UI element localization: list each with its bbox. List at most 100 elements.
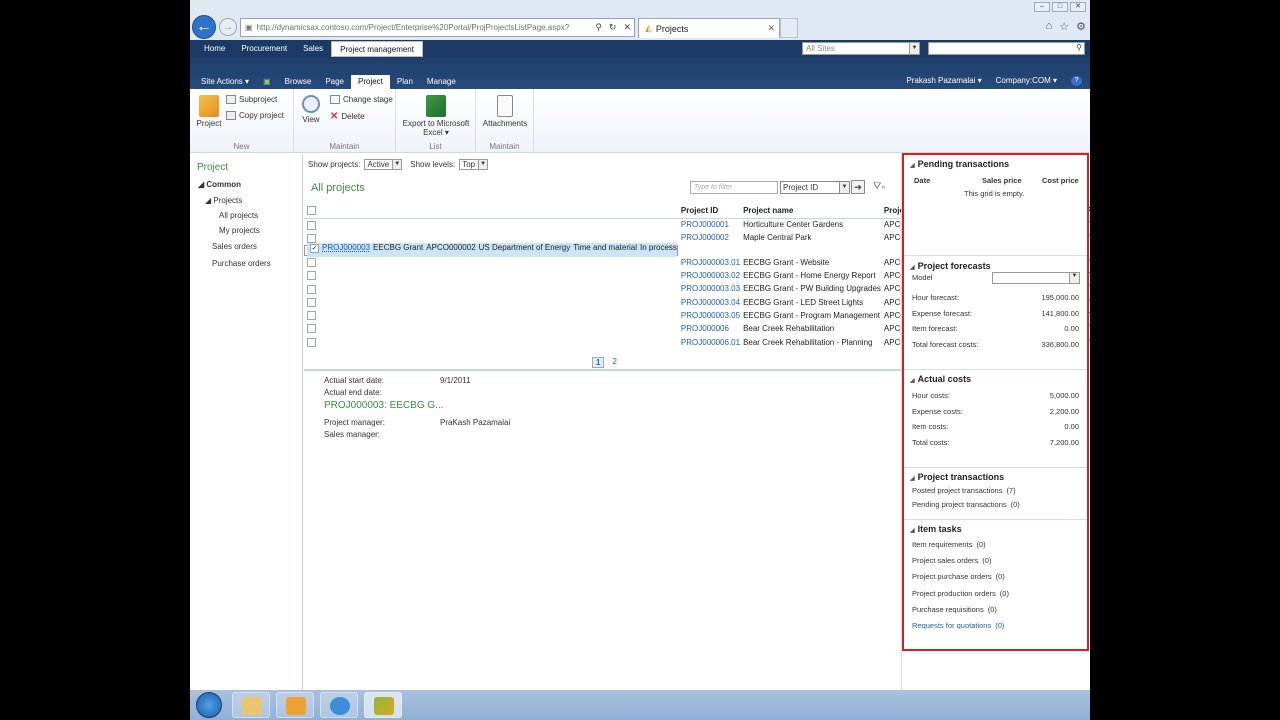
- filter-field-select[interactable]: Project ID ▼: [780, 181, 850, 194]
- row-checkbox-cell[interactable]: [304, 269, 678, 282]
- browser-tab[interactable]: ◭ Projects ✕: [638, 18, 780, 38]
- close-window-button[interactable]: ✕: [1070, 2, 1086, 12]
- filter-funnel-icon[interactable]: ⛛»: [873, 181, 885, 192]
- row-checkbox[interactable]: [307, 337, 316, 347]
- factbox-link-pending-project-transactions[interactable]: Pending project transactions (0): [912, 500, 1020, 509]
- item-tasks-title[interactable]: Item tasks: [910, 524, 962, 534]
- stop-icon[interactable]: ✕: [623, 22, 634, 33]
- row-checkbox-cell[interactable]: [304, 282, 678, 295]
- search-input[interactable]: ⚲: [928, 42, 1085, 55]
- row-checkbox-cell[interactable]: ✓: [307, 243, 319, 257]
- explorer-taskbar-button[interactable]: [232, 692, 270, 718]
- tab-page[interactable]: Page: [318, 75, 351, 89]
- nav-my-projects[interactable]: My projects: [219, 226, 260, 235]
- user-menu[interactable]: Prakash Pazamalai ▾: [906, 76, 981, 86]
- factbox-link-requests-for-quotations[interactable]: Requests for quotations (0): [912, 621, 1004, 630]
- outlook-taskbar-button[interactable]: [276, 692, 314, 718]
- star-icon[interactable]: ☆: [1059, 20, 1069, 33]
- topnav-sales[interactable]: Sales: [295, 41, 331, 57]
- row-checkbox-cell[interactable]: [304, 295, 678, 308]
- project-id-link[interactable]: PROJ000001: [678, 218, 740, 231]
- topnav-home[interactable]: Home: [196, 41, 233, 57]
- site-scope-select[interactable]: All Sites ▼: [802, 42, 920, 55]
- row-checkbox-cell[interactable]: [304, 335, 678, 348]
- apply-filter-button[interactable]: ➔: [851, 180, 865, 194]
- row-checkbox[interactable]: [307, 271, 316, 281]
- page-2-link[interactable]: 2: [609, 357, 619, 368]
- project-forecasts-title[interactable]: Project forecasts: [910, 261, 991, 271]
- actual-costs-title[interactable]: Actual costs: [910, 374, 972, 384]
- project-id-link[interactable]: PROJ000006.01: [678, 335, 740, 348]
- nav-sales-orders[interactable]: Sales orders: [212, 242, 257, 251]
- show-projects-select[interactable]: Active ▼: [364, 159, 403, 170]
- row-checkbox[interactable]: ✓: [310, 243, 319, 253]
- nav-projects[interactable]: ◢ Projects: [205, 196, 242, 205]
- row-checkbox[interactable]: [307, 324, 316, 334]
- factbox-link-project-purchase-orders[interactable]: Project purchase orders (0): [912, 572, 1005, 581]
- row-checkbox-cell[interactable]: [304, 218, 678, 231]
- factbox-link-project-sales-orders[interactable]: Project sales orders (0): [912, 556, 991, 565]
- project-id-link[interactable]: PROJ000003: [319, 243, 371, 257]
- internet-explorer-taskbar-button[interactable]: [320, 692, 358, 718]
- site-actions-menu[interactable]: Site Actions ▾: [194, 75, 256, 89]
- tab-manage[interactable]: Manage: [420, 75, 463, 89]
- splitter[interactable]: [304, 369, 901, 371]
- nav-purchase-orders[interactable]: Purchase orders: [212, 259, 271, 268]
- navigate-up-icon[interactable]: ▣: [256, 75, 278, 89]
- nav-all-projects[interactable]: All projects: [219, 211, 258, 220]
- filter-input[interactable]: Type to filter: [690, 181, 778, 194]
- back-button[interactable]: ←: [192, 15, 216, 39]
- select-all-checkbox-cell[interactable]: [304, 204, 678, 219]
- nav-header[interactable]: Project: [197, 162, 228, 173]
- pending-transactions-title[interactable]: Pending transactions: [910, 159, 1010, 169]
- forward-button[interactable]: →: [219, 18, 237, 36]
- select-all-checkbox[interactable]: [307, 206, 316, 216]
- delete-button[interactable]: ✕ Delete: [330, 111, 365, 122]
- row-checkbox-cell[interactable]: [304, 322, 678, 335]
- home-icon[interactable]: ⌂: [1046, 20, 1053, 33]
- minimize-button[interactable]: –: [1034, 2, 1050, 12]
- row-checkbox[interactable]: [307, 311, 316, 321]
- help-icon[interactable]: ?: [1071, 76, 1082, 86]
- project-transactions-title[interactable]: Project transactions: [910, 472, 1005, 482]
- row-checkbox-cell[interactable]: [304, 256, 678, 269]
- search-icon[interactable]: ⚲: [1076, 43, 1082, 52]
- maximize-button[interactable]: □: [1052, 2, 1068, 12]
- view-button[interactable]: View: [298, 95, 324, 124]
- change-stage-button[interactable]: Change stage: [330, 95, 393, 104]
- start-button[interactable]: [196, 692, 222, 718]
- close-tab-icon[interactable]: ✕: [767, 23, 775, 34]
- page-1-link[interactable]: 1: [592, 357, 605, 368]
- project-id-link[interactable]: PROJ000002: [678, 231, 740, 244]
- project-id-link[interactable]: PROJ000003.02: [678, 269, 740, 282]
- project-id-link[interactable]: PROJ000003.05: [678, 309, 740, 322]
- search-icon[interactable]: ⚲: [595, 22, 605, 33]
- new-project-button[interactable]: Project: [194, 95, 224, 128]
- show-levels-select[interactable]: Top ▼: [459, 159, 489, 170]
- topnav-procurement[interactable]: Procurement: [233, 41, 295, 57]
- project-id-link[interactable]: PROJ000003.03: [678, 282, 740, 295]
- nav-common[interactable]: ◢ Common: [198, 180, 241, 189]
- column-header-project-id[interactable]: Project ID: [677, 204, 741, 219]
- factbox-link-purchase-requisitions[interactable]: Purchase requisitions (0): [912, 605, 997, 614]
- factbox-link-posted-project-transactions[interactable]: Posted project transactions (7): [912, 486, 1016, 495]
- company-menu[interactable]: Company:COM ▾: [996, 76, 1057, 86]
- project-id-link[interactable]: PROJ000003.04: [678, 295, 740, 308]
- row-checkbox[interactable]: [307, 233, 316, 243]
- row-checkbox[interactable]: [307, 257, 316, 267]
- project-id-link[interactable]: PROJ000006: [678, 322, 740, 335]
- project-id-link[interactable]: PROJ000003.01: [678, 256, 740, 269]
- subproject-button[interactable]: Subproject: [226, 95, 277, 104]
- row-checkbox-cell[interactable]: [304, 309, 678, 322]
- row-checkbox[interactable]: [307, 284, 316, 294]
- address-bar[interactable]: ▣ http://dynamicsax.contoso.com/Project/…: [240, 18, 635, 37]
- refresh-icon[interactable]: ↻: [609, 22, 620, 33]
- row-checkbox[interactable]: [307, 220, 316, 230]
- column-header-project-name[interactable]: Project name: [740, 204, 881, 219]
- copy-project-button[interactable]: Copy project: [226, 111, 284, 120]
- factbox-link-project-production-orders[interactable]: Project production orders (0): [912, 589, 1009, 598]
- new-tab-button[interactable]: [780, 18, 798, 38]
- tab-project[interactable]: Project: [351, 75, 390, 89]
- factbox-link-item-requirements[interactable]: Item requirements (0): [912, 540, 986, 549]
- attachments-button[interactable]: Attachments: [480, 95, 530, 128]
